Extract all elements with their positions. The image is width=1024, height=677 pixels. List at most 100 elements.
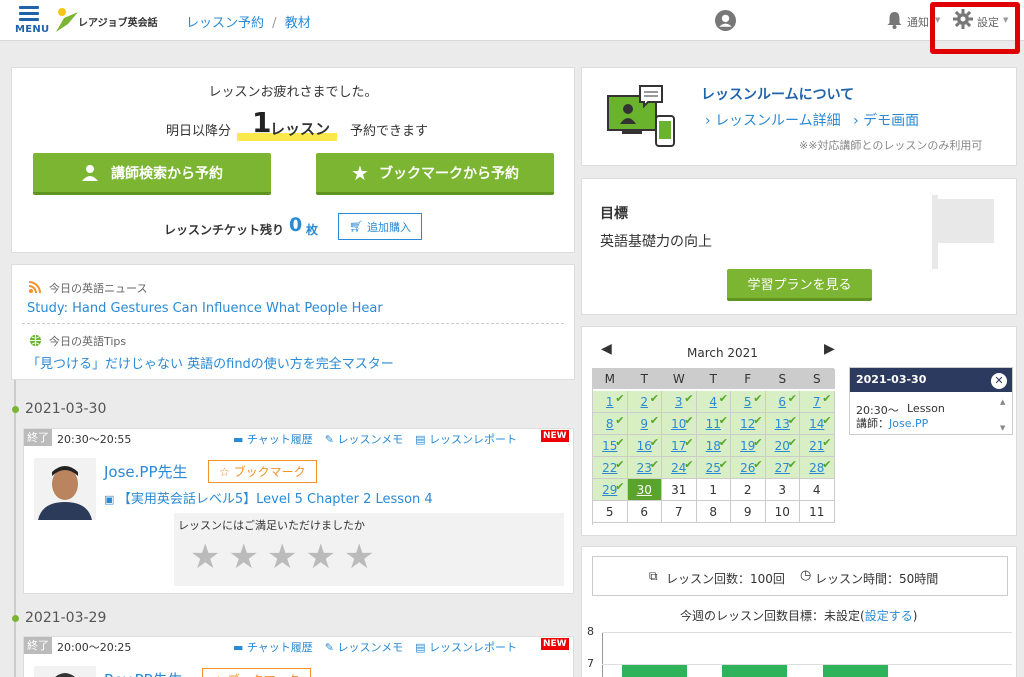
- bell-icon[interactable]: [886, 11, 903, 29]
- material-line: ▣ 【実用英会話レベル5】Level 5 Chapter 2 Lesson 4: [104, 488, 433, 507]
- calendar-day[interactable]: 28: [800, 454, 835, 479]
- chat-icon: ▬: [233, 433, 247, 446]
- breadcrumb-lesson-booking[interactable]: レッスン予約: [186, 16, 264, 31]
- calendar-day[interactable]: 24: [662, 454, 697, 479]
- globe-icon: [29, 334, 42, 347]
- bookmark-button[interactable]: ☆ ブックマーク: [202, 668, 311, 677]
- teacher-avatar[interactable]: [34, 458, 96, 520]
- study-plan-button[interactable]: 学習プランを見る: [727, 269, 872, 301]
- add-purchase-label: 追加購入: [366, 220, 411, 234]
- star-icon: ★: [351, 160, 369, 185]
- book-from-teacher-search-button[interactable]: 講師検索から予約: [33, 153, 271, 195]
- lesson-time: 20:30〜20:55: [57, 433, 132, 446]
- chart-axis: [602, 632, 603, 677]
- breadcrumb-materials[interactable]: 教材: [285, 16, 311, 31]
- bookmark-button[interactable]: ☆ ブックマーク: [208, 460, 317, 483]
- teacher-name[interactable]: Jose.PP先生: [104, 461, 188, 482]
- teacher-avatar[interactable]: [34, 666, 96, 677]
- pencil-icon: ✎: [324, 641, 338, 654]
- timeline-dot: [12, 615, 19, 622]
- calendar-day[interactable]: 27: [765, 454, 800, 479]
- news-link[interactable]: Study: Hand Gestures Can Influence What …: [27, 301, 383, 316]
- cart-icon: 🛒︎: [349, 220, 363, 233]
- calendar-day-selected[interactable]: 30: [627, 479, 662, 501]
- greeting-text: レッスンお疲れさまでした。: [208, 85, 378, 100]
- chat-icon: ▬: [233, 641, 247, 654]
- weekday-header: S: [800, 369, 835, 389]
- calendar-day[interactable]: 29: [593, 476, 628, 501]
- close-icon[interactable]: ✕: [991, 373, 1007, 389]
- prev-month-icon[interactable]: ◀: [601, 341, 612, 357]
- lesson-memo-link[interactable]: ✎ レッスンメモ: [325, 431, 403, 447]
- y-tick-7: 7: [587, 657, 594, 670]
- menu-icon[interactable]: [19, 3, 39, 21]
- rating-star-3[interactable]: ★: [267, 540, 297, 574]
- document-icon: ▤: [415, 433, 430, 446]
- calendar-day: 3: [765, 479, 800, 501]
- calendar-day: 7: [662, 501, 697, 523]
- news-title: 今日の英語ニュース: [49, 282, 148, 295]
- popup-date: 2021-03-30: [856, 373, 927, 386]
- from-tomorrow-label: 明日以降分: [166, 124, 232, 139]
- calendar-day[interactable]: 25: [696, 454, 731, 479]
- lesson-report-link[interactable]: ▤ レッスンレポート: [415, 431, 517, 447]
- calendar-day: 1: [696, 479, 731, 501]
- rating-star-1[interactable]: ★: [190, 540, 220, 574]
- weekday-header: M: [593, 369, 628, 389]
- rating-star-4[interactable]: ★: [305, 540, 335, 574]
- lesson-report-link[interactable]: ▤ レッスンレポート: [415, 639, 517, 655]
- calendar-day[interactable]: 26: [731, 454, 766, 479]
- notify-label[interactable]: 通知: [907, 14, 929, 30]
- book-from-bookmark-button[interactable]: ★ ブックマークから予約: [316, 153, 554, 195]
- ticket-label: レッスンチケット残り: [164, 223, 285, 237]
- rating-star-5[interactable]: ★: [344, 540, 374, 574]
- scroll-up-icon[interactable]: ▲: [1000, 398, 1005, 406]
- weekday-header: T: [696, 369, 731, 389]
- goal-text: 英語基礎力の向上: [600, 234, 712, 250]
- lesson-date: 2021-03-29: [25, 610, 107, 626]
- rating-star-2[interactable]: ★: [228, 540, 258, 574]
- popup-type: Lesson: [907, 402, 945, 415]
- chat-history-link[interactable]: ▬ チャット履歴: [233, 639, 313, 655]
- chevron-right-icon: ›: [705, 113, 711, 129]
- rating-question: レッスンにはご満足いただけましたか: [178, 519, 365, 532]
- demo-screen-link[interactable]: デモ画面: [863, 113, 919, 129]
- rarejob-logo-icon[interactable]: [54, 6, 80, 34]
- book-from-bookmark-label: ブックマークから予約: [378, 165, 519, 182]
- tips-link[interactable]: 「見つける」だけじゃない 英語のfindの使い方を完全マスター: [27, 353, 394, 372]
- weekday-header: F: [731, 369, 766, 389]
- next-month-icon[interactable]: ▶: [824, 341, 835, 357]
- booking-card: レッスンお疲れさまでした。 明日以降分 1 レッスン 予約できます 講師検索から…: [11, 67, 575, 253]
- lesson-memo-link[interactable]: ✎ レッスンメモ: [325, 639, 403, 655]
- material-link[interactable]: 【実用英会話レベル5】Level 5 Chapter 2 Lesson 4: [118, 492, 433, 507]
- lesson-time-total: レッスン時間：50時間: [815, 572, 939, 586]
- calendar-month: March 2021: [687, 346, 758, 360]
- teacher-name[interactable]: Rey.PP先生: [104, 669, 183, 677]
- chevron-right-icon: ›: [853, 113, 859, 129]
- weekly-goal-label: 今週のレッスン回数目標：: [680, 609, 825, 623]
- lesson-room-detail-link[interactable]: レッスンルーム詳細: [715, 113, 841, 129]
- popup-teacher-link[interactable]: Jose.PP: [889, 417, 928, 430]
- weekday-header: W: [662, 369, 697, 389]
- settings-highlight-box: [930, 2, 1020, 54]
- calendar-day: 11: [800, 501, 835, 523]
- calendar-day: 4: [800, 479, 835, 501]
- user-avatar-icon[interactable]: [715, 10, 736, 31]
- scroll-down-icon[interactable]: ▼: [1000, 424, 1005, 432]
- lesson-actions: ▬ チャット履歴 ✎ レッスンメモ ▤ レッスンレポート: [233, 431, 517, 447]
- timeline-line: [14, 380, 16, 677]
- lesson-time: 20:00〜20:25: [57, 641, 132, 654]
- calendar-day[interactable]: 23: [627, 454, 662, 479]
- lesson-date: 2021-03-30: [25, 401, 107, 417]
- add-purchase-button[interactable]: 🛒︎ 追加購入: [338, 213, 422, 240]
- lesson-room-illustration-icon: [607, 85, 675, 147]
- menu-label[interactable]: MENU: [15, 24, 49, 35]
- logo-text[interactable]: レアジョブ英会話: [78, 14, 158, 29]
- book-from-teacher-search-label: 講師検索から予約: [111, 165, 223, 182]
- weekly-goal-set-link[interactable]: 設定する: [865, 609, 913, 623]
- english-news-card: 今日の英語ニュース Study: Hand Gestures Can Influ…: [11, 264, 575, 380]
- weekday-header: S: [765, 369, 800, 389]
- chat-history-link[interactable]: ▬ チャット履歴: [233, 431, 313, 447]
- person-icon: [82, 164, 98, 181]
- breadcrumb: レッスン予約 / 教材: [186, 12, 311, 31]
